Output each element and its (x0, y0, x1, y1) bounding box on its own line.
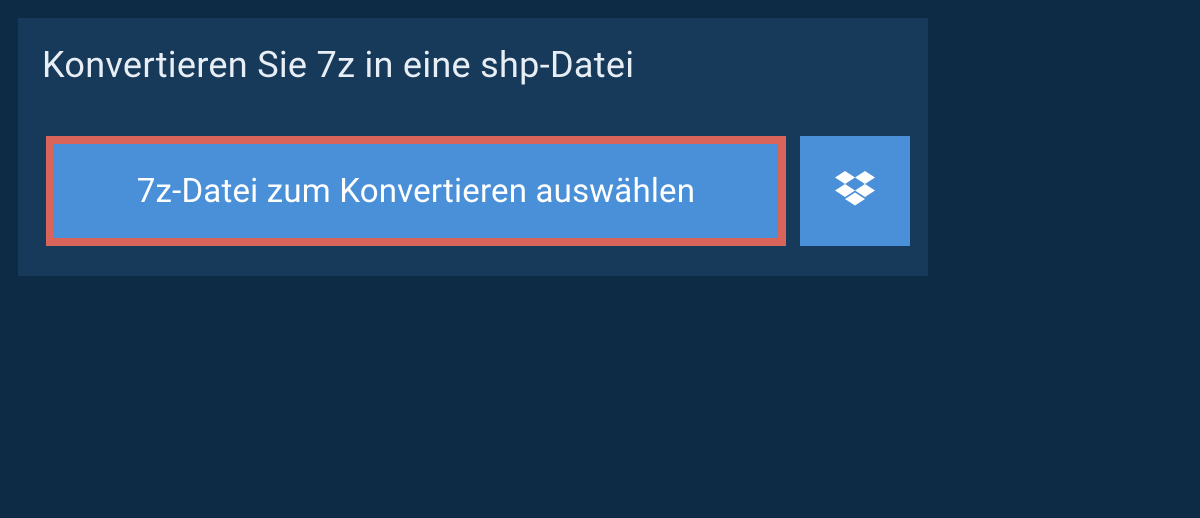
converter-panel: Konvertieren Sie 7z in eine shp-Datei 7z… (18, 18, 928, 276)
page-title: Konvertieren Sie 7z in eine shp-Datei (42, 44, 664, 86)
button-row: 7z-Datei zum Konvertieren auswählen (18, 108, 928, 276)
dropbox-button[interactable] (800, 136, 910, 246)
heading-container: Konvertieren Sie 7z in eine shp-Datei (18, 18, 688, 108)
select-file-button-label: 7z-Datei zum Konvertieren auswählen (137, 172, 695, 211)
select-file-button[interactable]: 7z-Datei zum Konvertieren auswählen (46, 136, 786, 246)
dropbox-icon (835, 171, 875, 211)
